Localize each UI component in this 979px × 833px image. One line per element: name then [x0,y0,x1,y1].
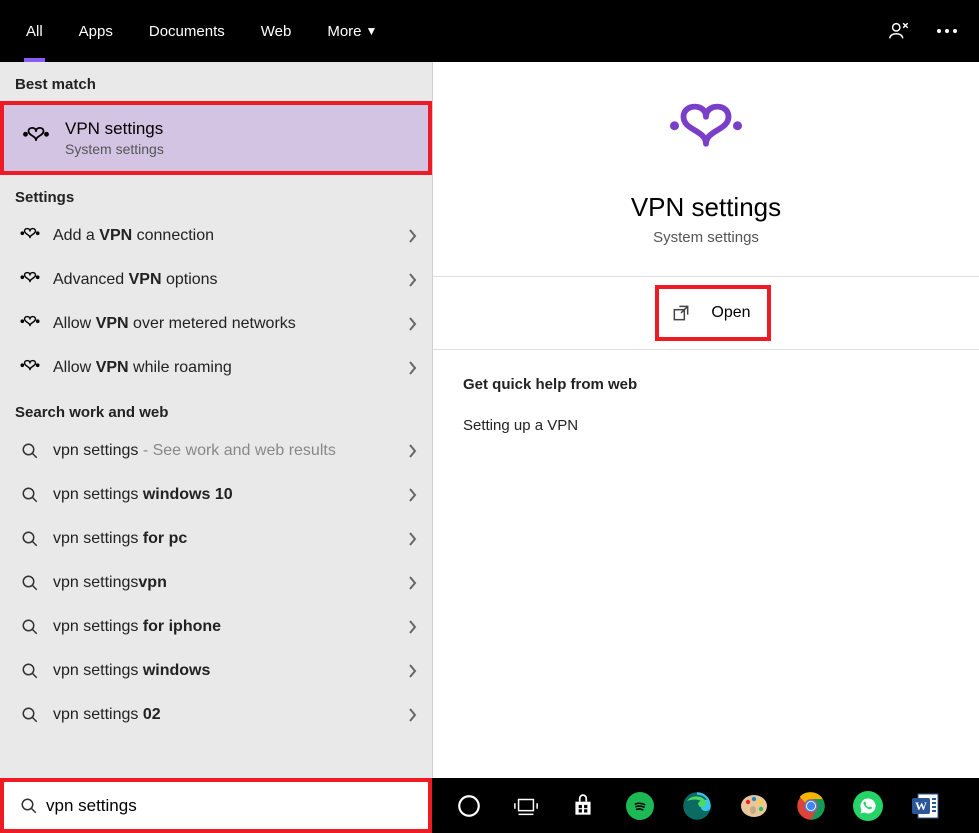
chevron-right-icon [407,575,417,591]
word-icon[interactable]: W [896,778,953,833]
chevron-right-icon [407,619,417,635]
web-result[interactable]: vpn settings windows 10 [0,473,432,517]
preview-panel: VPN settings System settings Open Get qu… [432,62,979,778]
web-result-label: vpn settingsvpn [45,574,407,592]
tab-more[interactable]: More ▼ [309,0,395,62]
vpn-icon [19,121,53,155]
open-label: Open [711,304,750,322]
web-result[interactable]: vpn settings - See work and web results [0,429,432,473]
open-icon [671,303,691,323]
svg-text:W: W [915,799,927,813]
settings-result-label: Add a VPN connection [45,227,407,245]
web-result-label: vpn settings 02 [45,706,407,724]
preview-title: VPN settings [631,192,781,223]
web-result-label: vpn settings windows 10 [45,486,407,504]
search-filter-tabs: All Apps Documents Web More ▼ [0,0,979,62]
section-web: Search work and web [0,390,432,429]
tab-documents[interactable]: Documents [131,0,243,62]
search-highlight [0,778,432,833]
web-result[interactable]: vpn settings 02 [0,693,432,737]
more-options-icon[interactable] [923,0,971,62]
search-icon [15,574,45,592]
edge-icon[interactable] [668,778,725,833]
vpn-icon [15,227,45,245]
cortana-icon[interactable] [440,778,497,833]
search-icon [15,662,45,680]
help-link-setup-vpn[interactable]: Setting up a VPN [433,407,608,444]
settings-result[interactable]: Allow VPN while roaming [0,346,432,390]
tab-more-label: More [327,23,361,40]
task-view-icon[interactable] [497,778,554,833]
section-settings: Settings [0,175,432,214]
chevron-right-icon [407,360,417,376]
search-icon [15,618,45,636]
web-result-label: vpn settings for iphone [45,618,407,636]
chevron-right-icon [407,443,417,459]
search-icon [15,530,45,548]
tab-web[interactable]: Web [243,0,310,62]
chevron-right-icon [407,531,417,547]
feedback-icon[interactable] [875,0,923,62]
chevron-right-icon [407,228,417,244]
microsoft-store-icon[interactable] [554,778,611,833]
best-match-highlight: VPN settings System settings [0,101,432,175]
settings-result[interactable]: Advanced VPN options [0,258,432,302]
settings-result-label: Allow VPN over metered networks [45,315,407,333]
web-result[interactable]: vpn settingsvpn [0,561,432,605]
best-match-subtitle: System settings [65,141,164,157]
chrome-icon[interactable] [782,778,839,833]
section-best-match: Best match [0,62,432,101]
paint-icon[interactable] [725,778,782,833]
search-icon [15,706,45,724]
spotify-icon[interactable] [611,778,668,833]
open-highlight: Open [655,285,770,341]
chevron-right-icon [407,707,417,723]
preview-subtitle: System settings [653,229,759,246]
search-icon [20,797,38,815]
chevron-right-icon [407,663,417,679]
settings-result[interactable]: Allow VPN over metered networks [0,302,432,346]
best-match-title: VPN settings [65,119,164,139]
web-result[interactable]: vpn settings windows [0,649,432,693]
search-icon [15,486,45,504]
search-input[interactable] [46,796,420,816]
settings-result-label: Allow VPN while roaming [45,359,407,377]
chevron-down-icon: ▼ [366,24,378,38]
help-header: Get quick help from web [433,350,667,407]
vpn-icon [15,271,45,289]
best-match-result[interactable]: VPN settings System settings [4,105,428,171]
chevron-right-icon [407,487,417,503]
web-result-label: vpn settings windows [45,662,407,680]
vpn-icon [15,315,45,333]
search-icon [15,442,45,460]
tab-apps[interactable]: Apps [61,0,131,62]
tab-all[interactable]: All [8,0,61,62]
settings-result[interactable]: Add a VPN connection [0,214,432,258]
taskbar-apps: W [432,778,953,833]
whatsapp-icon[interactable] [839,778,896,833]
web-result-label: vpn settings - See work and web results [45,442,407,460]
taskbar: W [0,778,979,833]
chevron-right-icon [407,272,417,288]
taskbar-search[interactable] [4,785,428,827]
preview-vpn-icon [661,102,751,172]
chevron-right-icon [407,316,417,332]
results-panel: Best match VPN settings System settings … [0,62,432,778]
web-result[interactable]: vpn settings for iphone [0,605,432,649]
vpn-icon [15,359,45,377]
settings-result-label: Advanced VPN options [45,271,407,289]
web-result-label: vpn settings for pc [45,530,407,548]
open-button[interactable]: Open [659,289,766,337]
web-result[interactable]: vpn settings for pc [0,517,432,561]
